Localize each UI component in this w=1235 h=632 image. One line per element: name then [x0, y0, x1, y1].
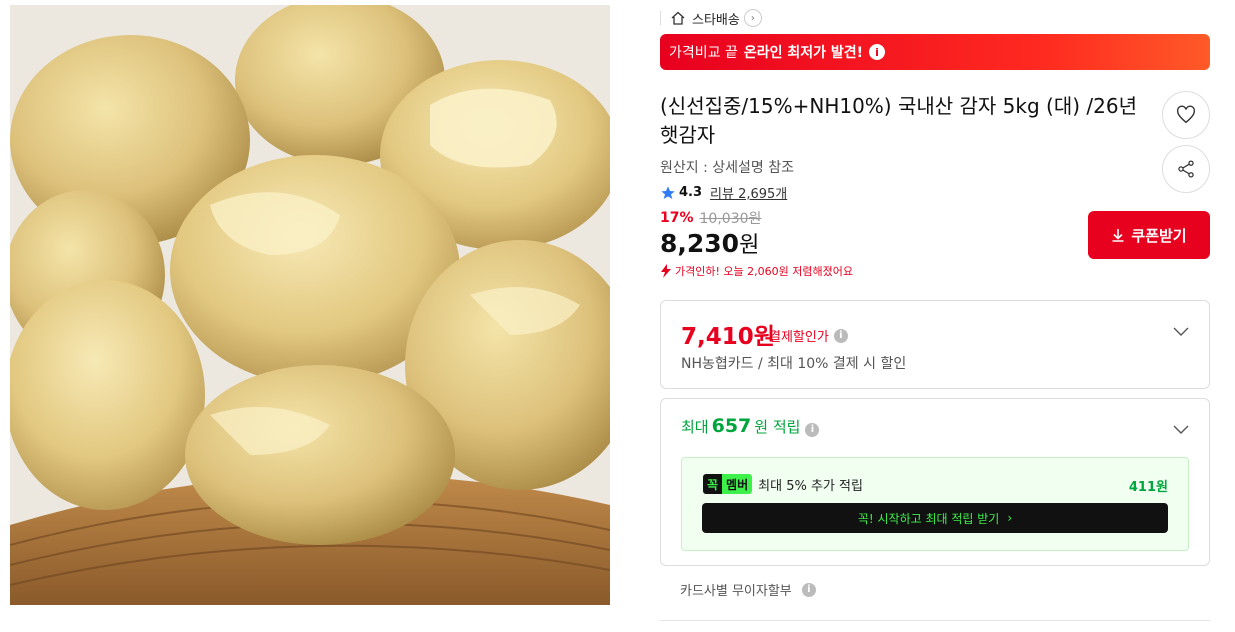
heart-icon — [1177, 105, 1195, 124]
discount-row: 17% 10,030원 — [660, 208, 761, 228]
chevron-down-icon[interactable] — [1173, 421, 1189, 437]
points-amount: 657 — [711, 415, 752, 437]
divider — [660, 620, 1210, 621]
member-points-row: 꼭 멤버 최대 5% 추가 적립 — [703, 474, 863, 494]
chevron-right-icon: › — [743, 9, 762, 27]
member-badge-a: 꼭 — [703, 474, 723, 494]
review-count-link[interactable]: 리뷰 2,695개 — [710, 183, 787, 202]
info-icon[interactable]: i — [805, 422, 820, 437]
banner-highlight: 온라인 최저가 발견! — [743, 45, 864, 61]
installment-info[interactable]: 카드사별 무이자할부 i — [680, 580, 816, 599]
info-icon[interactable]: i — [833, 328, 848, 343]
payment-discount-label: 결제할인가 i — [769, 326, 848, 345]
points-prefix: 최대 — [681, 418, 709, 436]
member-points-text: 최대 5% 추가 적립 — [758, 478, 863, 494]
sale-price-number: 8,230 — [660, 229, 740, 258]
coupon-button[interactable]: 쿠폰받기 — [1088, 211, 1210, 259]
price-drop-text: 가격인하! 오늘 2,060원 저렴해졌어요 — [675, 265, 853, 278]
star-icon — [661, 185, 675, 199]
discount-rate: 17% — [660, 210, 694, 226]
potato-photo — [10, 5, 610, 605]
chevron-right-icon: › — [1007, 511, 1013, 525]
share-button[interactable] — [1162, 145, 1210, 193]
original-price: 10,030원 — [699, 211, 762, 227]
download-icon — [1112, 229, 1124, 242]
member-start-button[interactable]: 꼭! 시작하고 최대 적립 받기 › — [702, 503, 1168, 533]
info-icon[interactable]: i — [869, 44, 886, 60]
payment-discount-card[interactable]: 7,410원 결제할인가 i NH농협카드 / 최대 10% 결제 시 할인 — [660, 300, 1210, 389]
share-icon — [1178, 160, 1194, 178]
sale-price: 8,230원 — [660, 227, 759, 259]
payment-discount-desc: NH농협카드 / 최대 10% 결제 시 할인 — [681, 356, 907, 372]
points-card: 최대 657 원 적립 i 꼭 멤버 최대 5% 추가 적립 411원 꼭! 시… — [660, 398, 1210, 566]
info-icon[interactable]: i — [801, 582, 816, 597]
product-image[interactable] — [10, 5, 610, 605]
member-badge: 꼭 멤버 — [703, 474, 753, 494]
member-start-label: 꼭! 시작하고 최대 적립 받기 — [857, 511, 1000, 526]
wishlist-button[interactable] — [1162, 91, 1210, 139]
member-points-box: 꼭 멤버 최대 5% 추가 적립 411원 꼭! 시작하고 최대 적립 받기 › — [681, 457, 1189, 551]
home-icon — [671, 11, 685, 25]
price-drop-icon — [661, 264, 671, 278]
installment-label: 카드사별 무이자할부 — [680, 584, 792, 599]
chevron-down-icon[interactable] — [1173, 323, 1189, 339]
banner-prefix: 가격비교 끝 — [669, 45, 738, 61]
divider — [660, 11, 661, 25]
max-points-heading: 최대 657 원 적립 i — [681, 415, 820, 437]
rating-score: 4.3 — [679, 185, 703, 200]
points-suffix: 원 적립 — [754, 418, 801, 436]
member-points-value: 411원 — [1128, 480, 1168, 495]
star-delivery-label: 스타배송 — [692, 12, 740, 28]
origin-info: 원산지 : 상세설명 참조 — [660, 160, 794, 176]
member-badge-b: 멤버 — [722, 474, 753, 494]
rating-row: 4.3 리뷰 2,695개 — [660, 183, 787, 202]
price-drop-notice: 가격인하! 오늘 2,060원 저렴해졌어요 — [660, 263, 853, 279]
payment-discount-label-text: 결제할인가 — [769, 330, 829, 345]
sale-price-unit: 원 — [739, 233, 760, 258]
coupon-button-label: 쿠폰받기 — [1131, 226, 1187, 245]
lowest-price-banner[interactable]: 가격비교 끝 온라인 최저가 발견! i — [660, 34, 1210, 70]
product-title: (신선집중/15%+NH10%) 국내산 감자 5kg (대) /26년 햇감자 — [660, 94, 1137, 147]
payment-discount-price: 7,410원 — [681, 324, 775, 350]
star-delivery-link[interactable]: 스타배송 › — [660, 8, 762, 28]
